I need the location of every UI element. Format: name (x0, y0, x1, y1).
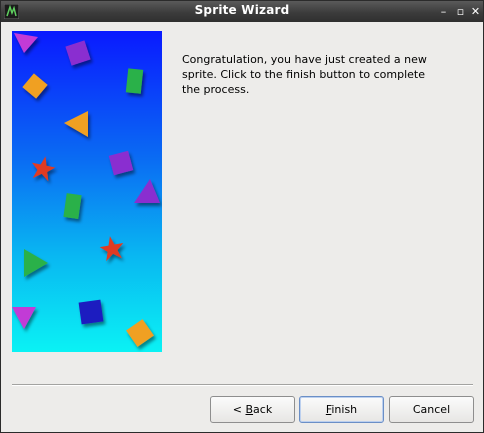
window-title: Sprite Wizard (194, 3, 290, 17)
square-shape (108, 150, 134, 176)
sprite-shapes-illustration (12, 33, 160, 347)
cancel-button[interactable]: Cancel (389, 396, 474, 423)
back-button-prefix: < (232, 403, 246, 416)
sprite-wizard-window: Sprite Wizard – ▫ ✕ Congratulation, you … (0, 0, 484, 433)
diamond-shape (126, 319, 154, 347)
square-shape (65, 40, 91, 66)
star-shape (99, 236, 124, 262)
rectangle-shape (125, 68, 144, 94)
back-button[interactable]: < Back (210, 396, 295, 423)
button-separator (12, 384, 473, 386)
title-bar[interactable]: Sprite Wizard – ▫ ✕ (1, 1, 483, 22)
maximize-icon[interactable]: ▫ (453, 3, 468, 20)
back-button-label-rest: ack (253, 403, 273, 416)
diamond-shape (22, 73, 48, 99)
wizard-banner-image (12, 31, 162, 352)
rectangle-shape (63, 193, 82, 219)
finish-button-label-rest: inish (331, 403, 358, 416)
triangle-shape (24, 249, 48, 277)
triangle-shape (12, 307, 36, 329)
back-button-mnemonic: B (245, 403, 254, 416)
close-icon[interactable]: ✕ (468, 3, 483, 20)
star-shape (31, 156, 56, 182)
square-shape (78, 299, 104, 325)
completion-message: Congratulation, you have just created a … (182, 53, 427, 96)
triangle-shape (64, 111, 88, 137)
triangle-shape (134, 179, 160, 203)
minimize-icon[interactable]: – (436, 3, 451, 20)
finish-button[interactable]: Finish (299, 396, 384, 423)
triangle-shape (14, 33, 38, 53)
